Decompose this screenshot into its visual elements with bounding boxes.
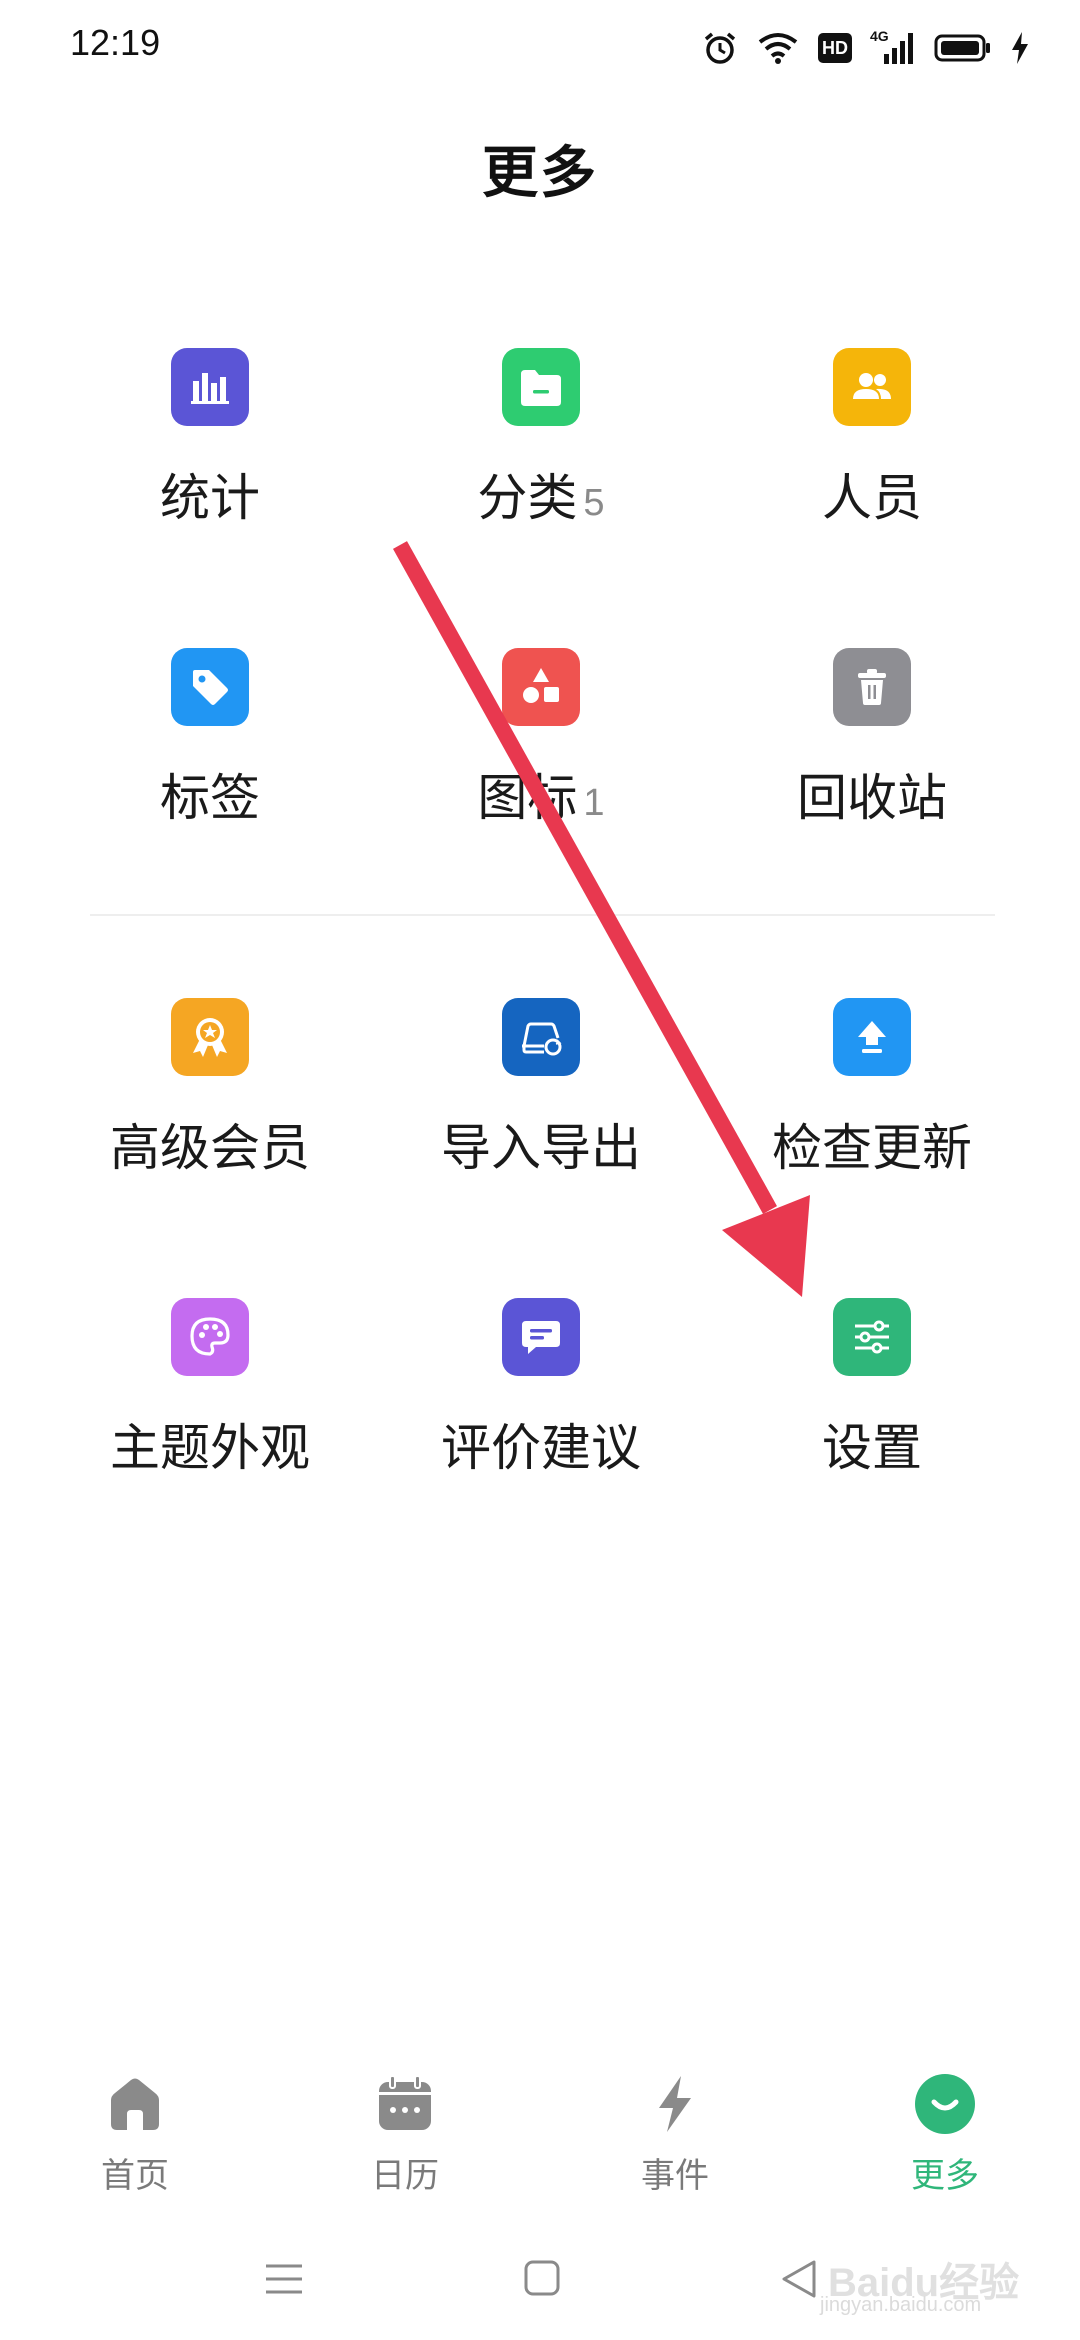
feedback-icon (502, 1298, 580, 1376)
wifi-icon (758, 33, 798, 64)
statistics-icon (171, 348, 249, 426)
trash-icon (833, 648, 911, 726)
nav-label: 更多 (911, 2156, 979, 2196)
section-divider (90, 914, 995, 916)
import-export-icon (502, 998, 580, 1076)
status-bar: 12:19 HD 4G (0, 0, 1080, 96)
more-smile-icon (915, 2074, 975, 2134)
grid-item-label: 统计 (160, 469, 260, 527)
palette-icon (171, 1298, 249, 1376)
nav-item-more[interactable]: 更多 (810, 2060, 1080, 2200)
grid-item-people[interactable]: 人员 (692, 340, 1052, 640)
grid-item-label: 回收站 (797, 769, 947, 827)
grid-item-label: 导入导出 (441, 1119, 641, 1177)
4g-signal-icon: 4G (870, 28, 916, 66)
nav-label: 事件 (641, 2156, 709, 2196)
home-square-icon[interactable] (512, 2254, 572, 2304)
grid-item-category[interactable]: 分类 5 (361, 340, 721, 640)
nav-item-home[interactable]: 首页 (0, 2060, 270, 2200)
nav-label: 首页 (101, 2156, 169, 2196)
vip-badge-icon (171, 998, 249, 1076)
grid-item-label: 标签 (160, 769, 260, 827)
tag-icon (171, 648, 249, 726)
grid-item-import-export[interactable]: 导入导出 (361, 990, 721, 1290)
count-badge: 5 (583, 482, 605, 524)
battery-icon (934, 34, 990, 62)
grid-item-label: 评价建议 (441, 1419, 641, 1477)
feature-grid-bottom: 高级会员 导入导出 检查更新 主题外观 评价建议 设置 (0, 990, 1080, 1590)
grid-item-theme[interactable]: 主题外观 (30, 1290, 390, 1590)
bottom-nav: 首页 日历 事件 更多 (0, 2060, 1080, 2200)
grid-item-check-update[interactable]: 检查更新 (692, 990, 1052, 1290)
grid-item-label: 分类 5 (477, 469, 605, 527)
grid-item-premium[interactable]: 高级会员 (30, 990, 390, 1290)
alarm-icon (704, 32, 736, 64)
home-icon (111, 2078, 159, 2130)
grid-item-label: 图标 1 (477, 769, 605, 827)
status-time: 12:19 (70, 22, 161, 63)
grid-item-icons[interactable]: 图标 1 (361, 640, 721, 940)
nav-item-calendar[interactable]: 日历 (270, 2060, 540, 2200)
update-icon (833, 998, 911, 1076)
lightning-icon (659, 2076, 691, 2132)
grid-item-feedback[interactable]: 评价建议 (361, 1290, 721, 1590)
grid-item-label: 检查更新 (772, 1119, 972, 1177)
shapes-icon (502, 648, 580, 726)
grid-item-recycle-bin[interactable]: 回收站 (692, 640, 1052, 940)
grid-item-tags[interactable]: 标签 (30, 640, 390, 940)
grid-item-label: 设置 (822, 1419, 922, 1477)
grid-item-settings[interactable]: 设置 (692, 1290, 1052, 1590)
menu-icon[interactable] (254, 2254, 314, 2304)
feature-grid-top: 统计 分类 5 人员 标签 图标 1 回收站 (0, 340, 1080, 940)
grid-item-label: 人员 (822, 469, 922, 527)
settings-sliders-icon (833, 1298, 911, 1376)
hd-icon: HD (818, 33, 852, 63)
people-icon (833, 348, 911, 426)
baidu-watermark: Baidu经验 jingyan.baidu.com (820, 2250, 1040, 2320)
grid-item-label: 高级会员 (110, 1119, 310, 1177)
watermark-url: jingyan.baidu.com (820, 2294, 982, 2316)
page-title: 更多 (482, 141, 598, 206)
calendar-icon (379, 2075, 431, 2130)
folder-icon (502, 348, 580, 426)
grid-item-statistics[interactable]: 统计 (30, 340, 390, 640)
charging-icon (1012, 32, 1028, 64)
grid-item-label: 主题外观 (110, 1419, 310, 1477)
status-icons: HD 4G (702, 28, 1030, 68)
nav-item-events[interactable]: 事件 (540, 2060, 810, 2200)
count-badge: 1 (583, 782, 605, 824)
nav-label: 日历 (371, 2156, 439, 2196)
